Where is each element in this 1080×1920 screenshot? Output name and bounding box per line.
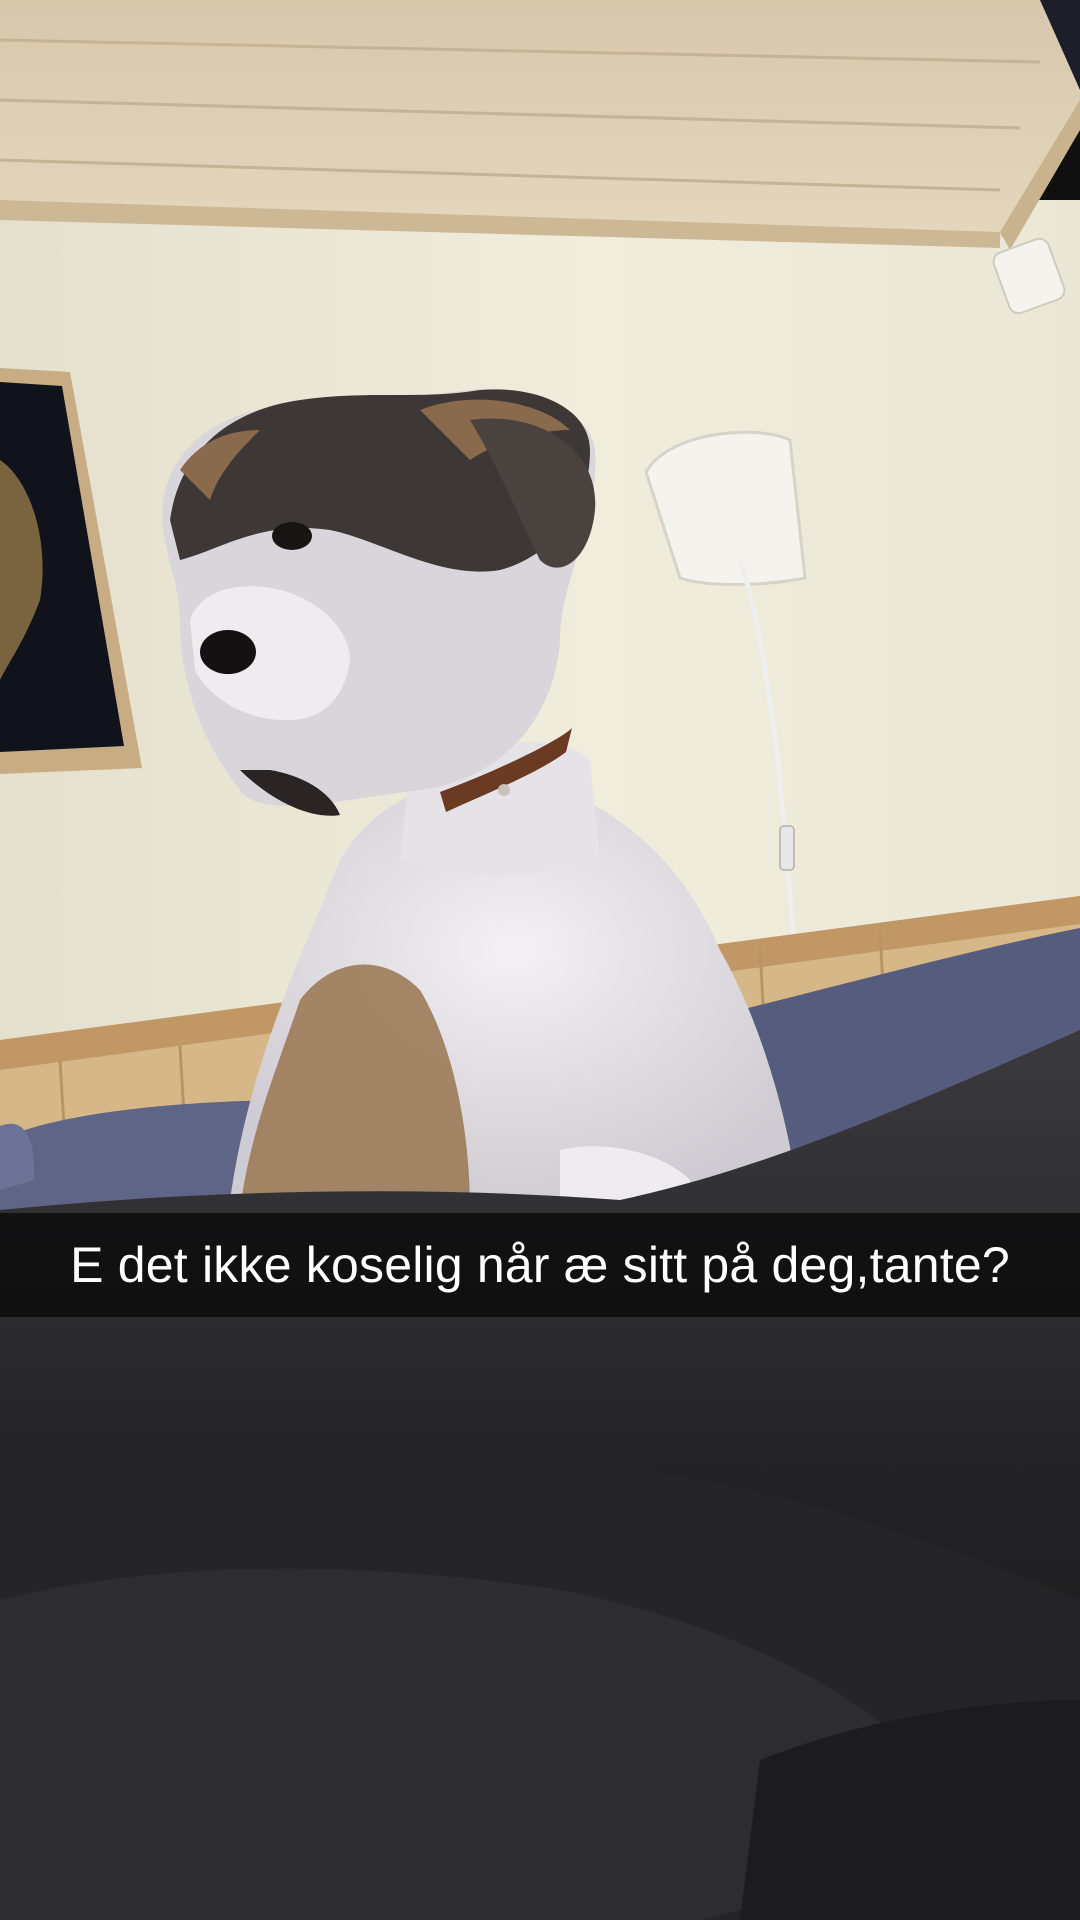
caption-bar: E det ikke koselig når æ sitt på deg,tan… [0,1213,1080,1317]
photo-scene [0,0,1080,1920]
ceiling [0,0,1080,250]
snap-caption: E det ikke koselig når æ sitt på deg,tan… [70,1237,1010,1293]
